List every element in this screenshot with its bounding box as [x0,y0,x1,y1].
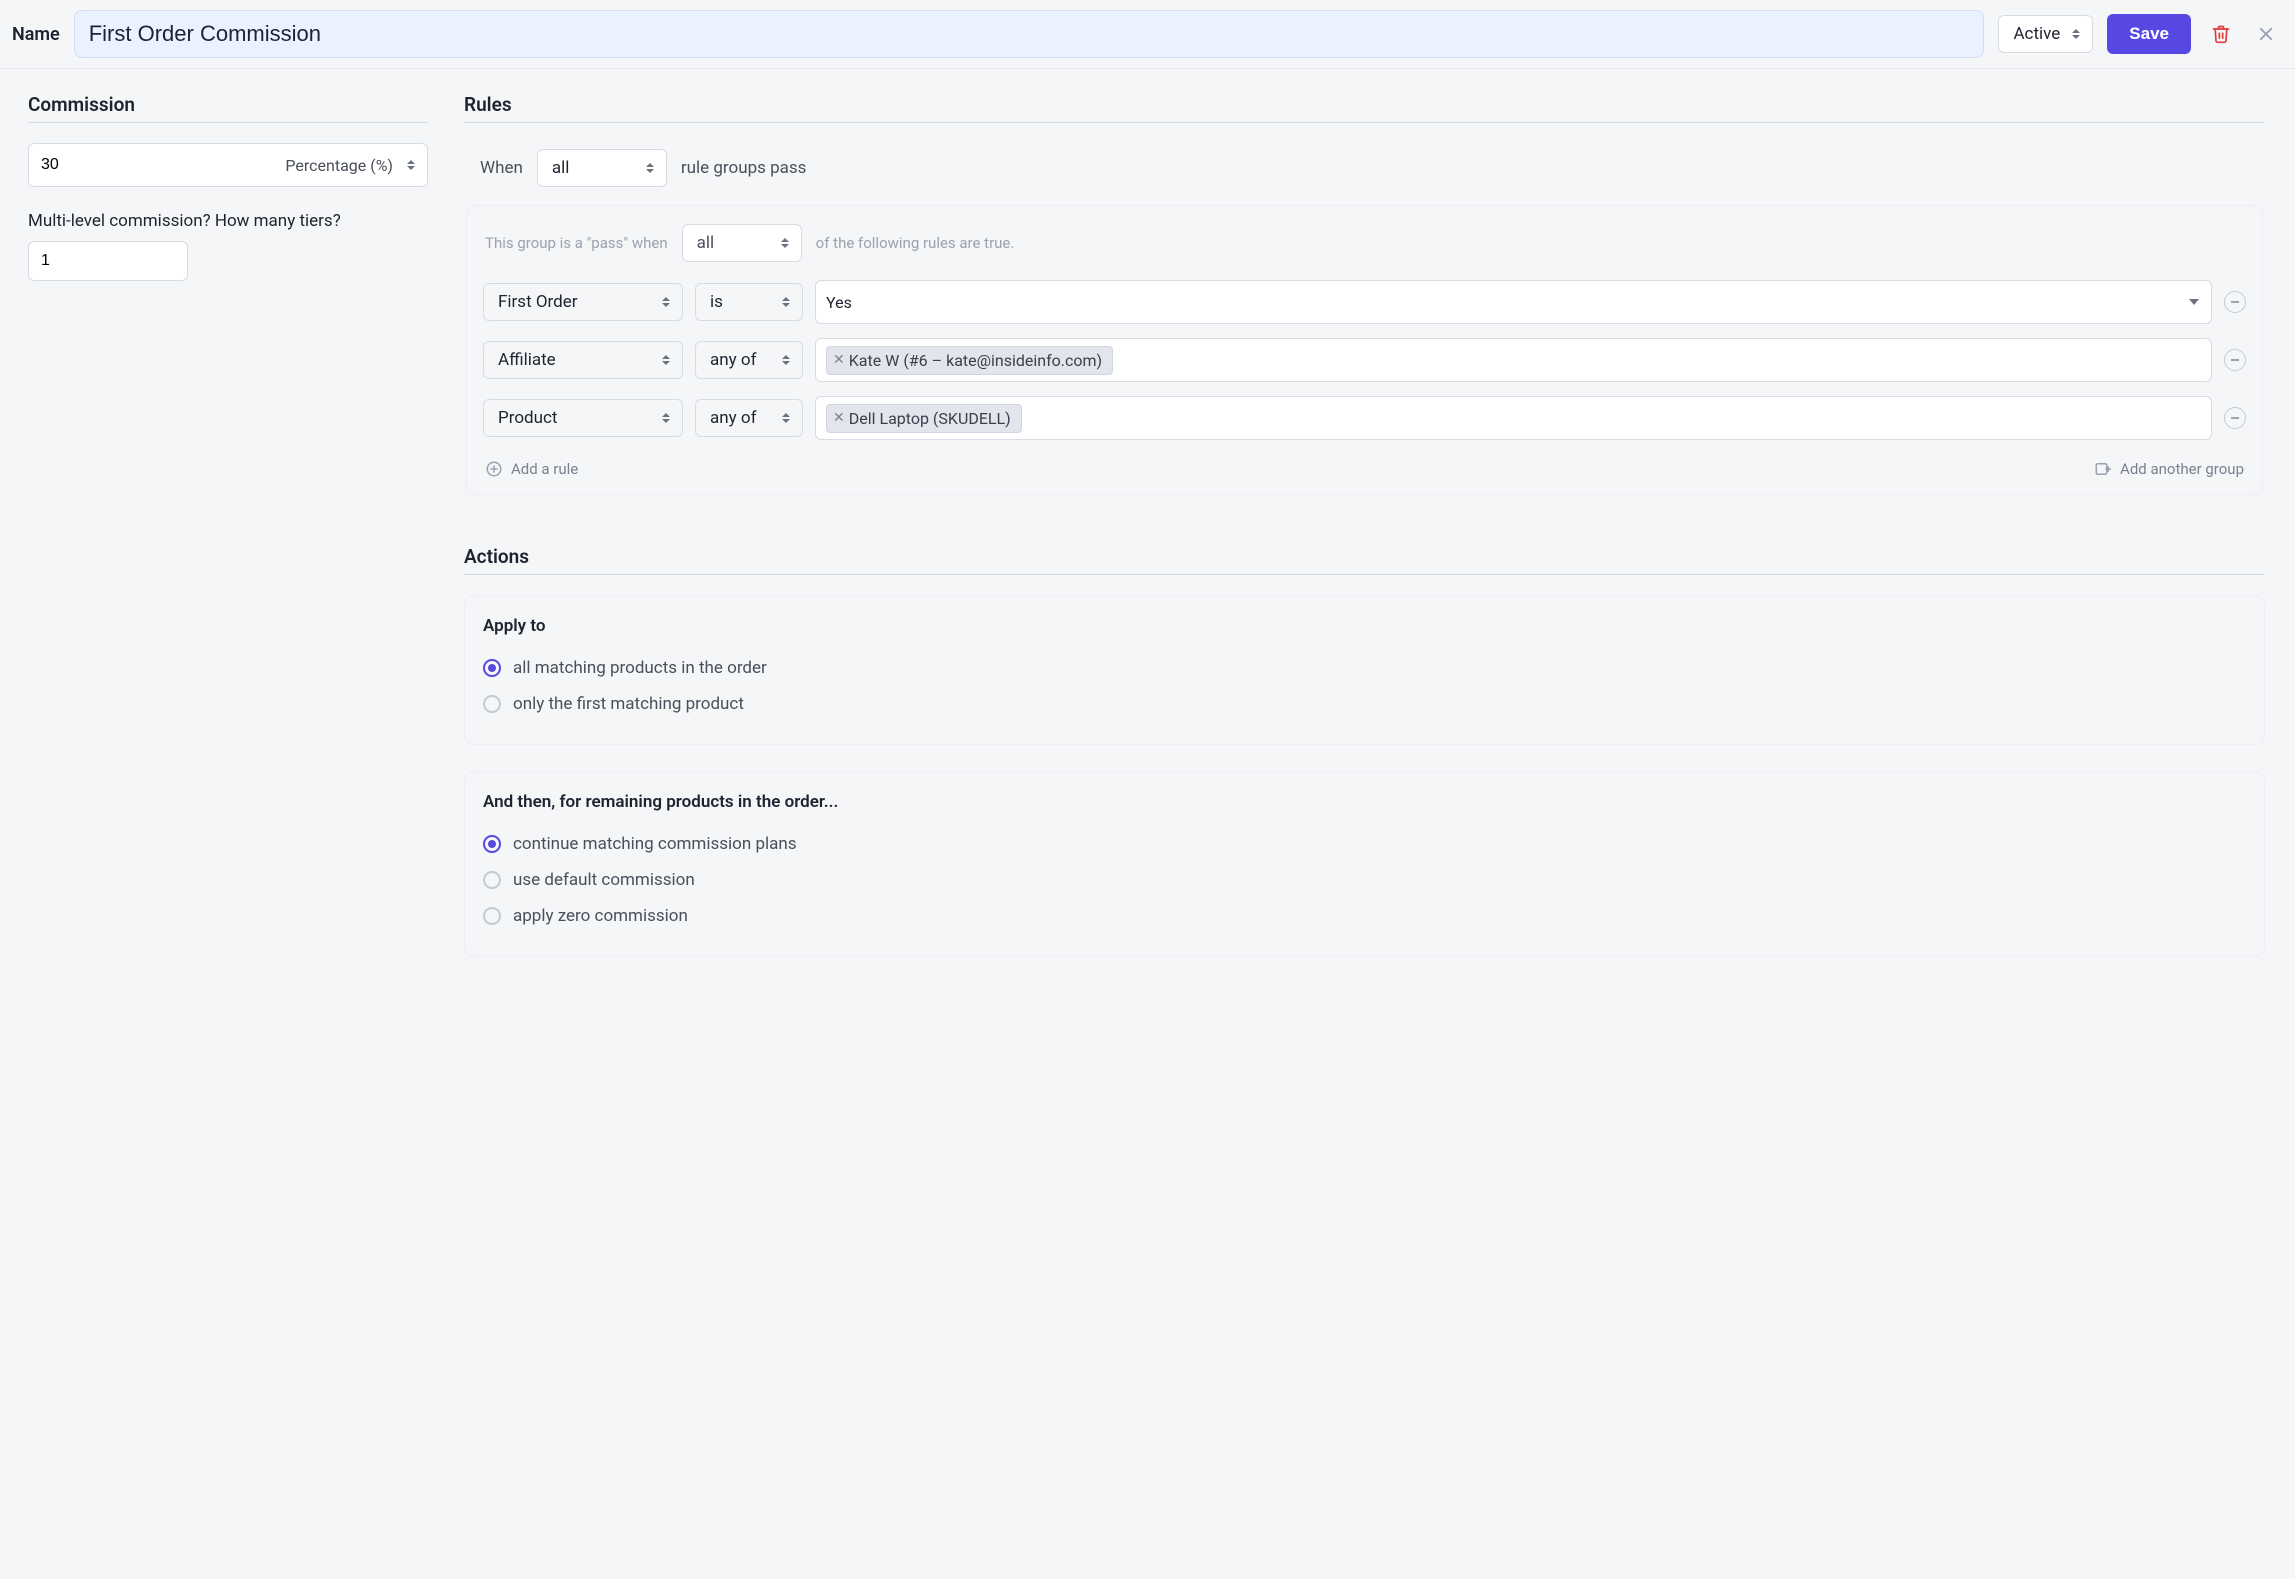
group-header: This group is a "pass" when all of the f… [483,224,2246,262]
rule-field-select[interactable]: First Order [483,283,683,321]
rule-value-input[interactable]: ✕Dell Laptop (SKUDELL) [815,396,2212,440]
radio-icon [483,659,501,677]
save-button[interactable]: Save [2107,14,2191,54]
group-match-select[interactable]: all [682,224,802,262]
updown-icon [2070,27,2082,41]
remaining-option[interactable]: continue matching commission plans [483,826,2246,862]
commission-row: Percentage (%) [28,143,428,187]
updown-icon [660,295,672,309]
commission-type-select[interactable]: Percentage (%) [275,144,427,186]
rules-when-row: When all rule groups pass [464,143,2265,205]
apply-to-option[interactable]: all matching products in the order [483,650,2246,686]
apply-to-heading: Apply to [483,616,2246,636]
updown-icon [780,353,792,367]
commission-type-value: Percentage (%) [285,156,393,175]
rule-row: Affiliate any of ✕Kate W (#6 – kate@inside… [483,338,2246,382]
remaining-option-label: continue matching commission plans [513,834,797,854]
multi-level-label: Multi-level commission? How many tiers? [28,211,428,231]
header-bar: Name Active Save [0,0,2295,69]
rule-operator-select[interactable]: any of [695,399,803,437]
updown-icon [405,158,417,172]
add-group-button[interactable]: Add another group [2094,460,2244,478]
rule-operator-value: is [710,292,723,312]
name-label: Name [10,24,60,45]
status-value: Active [2013,24,2060,44]
radio-icon [483,907,501,925]
remaining-option-label: use default commission [513,870,695,890]
apply-to-card: Apply to all matching products in the or… [464,595,2265,745]
updown-icon [780,295,792,309]
close-button[interactable] [2251,19,2281,49]
rule-remove-button[interactable] [2224,291,2246,313]
rule-remove-button[interactable] [2224,349,2246,371]
rule-operator-value: any of [710,350,757,370]
group-header-prefix: This group is a "pass" when [485,234,668,252]
plus-circle-icon [485,460,503,478]
when-suffix: rule groups pass [681,158,807,178]
delete-button[interactable] [2205,18,2237,50]
remaining-heading: And then, for remaining products in the … [483,792,2246,812]
value-chip[interactable]: ✕Dell Laptop (SKUDELL) [826,404,1022,433]
add-rule-button[interactable]: Add a rule [485,460,578,478]
close-icon [2257,25,2275,43]
trash-icon [2211,24,2231,44]
rule-operator-value: any of [710,408,757,428]
rule-group: This group is a "pass" when all of the f… [466,205,2263,495]
rule-value-input[interactable]: Yes [815,280,2212,324]
remaining-option[interactable]: apply zero commission [483,898,2246,934]
remaining-option-label: apply zero commission [513,906,688,926]
updown-icon [660,411,672,425]
value-chip[interactable]: ✕Kate W (#6 – kate@insideinfo.com) [826,346,1113,375]
when-select-value: all [552,158,570,178]
group-match-value: all [697,233,715,253]
when-select[interactable]: all [537,149,667,187]
remaining-option[interactable]: use default commission [483,862,2246,898]
radio-icon [483,871,501,889]
actions-title: Actions [464,545,2265,575]
rule-field-value: Affiliate [498,350,556,370]
chip-remove-icon[interactable]: ✕ [833,410,845,426]
group-header-suffix: of the following rules are true. [816,234,1015,252]
rule-remove-button[interactable] [2224,407,2246,429]
rules-title: Rules [464,93,2265,123]
updown-icon [660,353,672,367]
radio-icon [483,835,501,853]
remaining-card: And then, for remaining products in the … [464,771,2265,957]
add-group-label: Add another group [2120,460,2244,478]
status-select[interactable]: Active [1998,15,2093,53]
updown-icon [644,161,656,175]
add-rule-label: Add a rule [511,460,578,478]
rule-operator-select[interactable]: is [695,283,803,321]
chip-label: Dell Laptop (SKUDELL) [849,409,1011,428]
rule-field-select[interactable]: Product [483,399,683,437]
chip-remove-icon[interactable]: ✕ [833,352,845,368]
rule-row: First Order is Yes [483,280,2246,324]
commission-amount-input[interactable] [29,146,275,184]
when-label: When [480,158,523,178]
rule-operator-select[interactable]: any of [695,341,803,379]
apply-to-option-label: only the first matching product [513,694,744,714]
apply-to-option-label: all matching products in the order [513,658,767,678]
rule-value-text: Yes [826,293,852,312]
rule-field-value: First Order [498,292,578,312]
chip-label: Kate W (#6 – kate@insideinfo.com) [849,351,1102,370]
updown-icon [779,236,791,250]
tiers-input[interactable] [28,241,188,281]
caret-down-icon [2189,299,2199,305]
rule-row: Product any of ✕Dell Laptop (SKUDELL) [483,396,2246,440]
commission-title: Commission [28,93,428,123]
rule-field-select[interactable]: Affiliate [483,341,683,379]
name-input[interactable] [74,10,1985,58]
apply-to-option[interactable]: only the first matching product [483,686,2246,722]
add-group-icon [2094,460,2112,478]
rule-field-value: Product [498,408,557,428]
updown-icon [780,411,792,425]
rule-value-input[interactable]: ✕Kate W (#6 – kate@insideinfo.com) [815,338,2212,382]
radio-icon [483,695,501,713]
